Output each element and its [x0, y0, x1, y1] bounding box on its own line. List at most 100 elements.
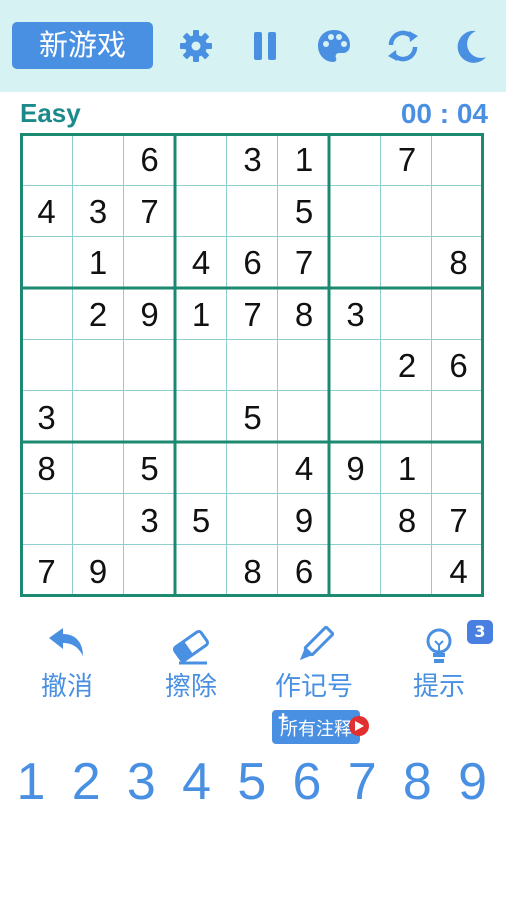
- board-cell[interactable]: [330, 237, 381, 288]
- board-cell[interactable]: 5: [227, 392, 278, 443]
- board-cell[interactable]: 6: [279, 546, 330, 597]
- digit-button-6[interactable]: 6: [280, 752, 334, 812]
- board-cell[interactable]: 3: [21, 392, 72, 443]
- board-cell[interactable]: [21, 134, 72, 185]
- board-cell[interactable]: [227, 186, 278, 237]
- digit-button-7[interactable]: 7: [335, 752, 389, 812]
- board-cell[interactable]: 8: [382, 495, 433, 546]
- board-cell[interactable]: 3: [73, 186, 124, 237]
- all-notes-chip[interactable]: ✚ 所有注释: [272, 710, 360, 744]
- board-cell[interactable]: [330, 186, 381, 237]
- board-cell[interactable]: 4: [176, 237, 227, 288]
- board-cell[interactable]: [382, 186, 433, 237]
- digit-button-2[interactable]: 2: [59, 752, 113, 812]
- board-cell[interactable]: [124, 392, 175, 443]
- board-cell[interactable]: [330, 340, 381, 391]
- board-cell[interactable]: [73, 443, 124, 494]
- board-cell[interactable]: [21, 340, 72, 391]
- board-cell[interactable]: [176, 443, 227, 494]
- board-cell[interactable]: 9: [73, 546, 124, 597]
- board-cell[interactable]: [330, 495, 381, 546]
- board-cell[interactable]: [73, 495, 124, 546]
- board-cell[interactable]: [176, 340, 227, 391]
- board-cell[interactable]: 7: [21, 546, 72, 597]
- board-cell[interactable]: [433, 186, 484, 237]
- board-cell[interactable]: [124, 546, 175, 597]
- board-cell[interactable]: 3: [227, 134, 278, 185]
- digit-button-1[interactable]: 1: [4, 752, 58, 812]
- board-cell[interactable]: [21, 237, 72, 288]
- board-cell[interactable]: 5: [279, 186, 330, 237]
- board-cell[interactable]: 7: [433, 495, 484, 546]
- board-cell[interactable]: [433, 392, 484, 443]
- board-cell[interactable]: [227, 495, 278, 546]
- board-cell[interactable]: [73, 392, 124, 443]
- board-cell[interactable]: [227, 443, 278, 494]
- board-cell[interactable]: 9: [279, 495, 330, 546]
- board-cell[interactable]: [330, 134, 381, 185]
- board-cell[interactable]: 4: [21, 186, 72, 237]
- digit-button-3[interactable]: 3: [114, 752, 168, 812]
- pause-icon[interactable]: [247, 28, 283, 64]
- board-cell[interactable]: [382, 289, 433, 340]
- board-cell[interactable]: 7: [279, 237, 330, 288]
- board-cell[interactable]: 8: [21, 443, 72, 494]
- board-cell[interactable]: [279, 392, 330, 443]
- board-cell[interactable]: 1: [279, 134, 330, 185]
- board-cell[interactable]: 5: [176, 495, 227, 546]
- undo-button[interactable]: 撤消: [17, 626, 117, 702]
- board-cell[interactable]: [330, 546, 381, 597]
- digit-button-8[interactable]: 8: [390, 752, 444, 812]
- board-cell[interactable]: 1: [176, 289, 227, 340]
- board-cell[interactable]: 8: [279, 289, 330, 340]
- board-cell[interactable]: 8: [433, 237, 484, 288]
- board-cell[interactable]: [73, 134, 124, 185]
- board-cell[interactable]: 5: [124, 443, 175, 494]
- board-cell[interactable]: [382, 237, 433, 288]
- board-cell[interactable]: [382, 546, 433, 597]
- board-cell[interactable]: [382, 392, 433, 443]
- notes-button[interactable]: 作记号: [264, 626, 364, 702]
- board-cell[interactable]: [176, 134, 227, 185]
- refresh-icon[interactable]: [385, 28, 421, 64]
- board-cell[interactable]: 7: [382, 134, 433, 185]
- erase-button[interactable]: 擦除: [141, 626, 241, 702]
- board-cell[interactable]: [330, 392, 381, 443]
- gear-icon[interactable]: [178, 28, 214, 64]
- board-cell[interactable]: 2: [382, 340, 433, 391]
- board-cell[interactable]: 7: [124, 186, 175, 237]
- notes-toggle[interactable]: [349, 716, 369, 736]
- board-cell[interactable]: [279, 340, 330, 391]
- board-cell[interactable]: [73, 340, 124, 391]
- board-cell[interactable]: [176, 186, 227, 237]
- board-cell[interactable]: 2: [73, 289, 124, 340]
- board-cell[interactable]: 7: [227, 289, 278, 340]
- board-cell[interactable]: 6: [124, 134, 175, 185]
- digit-button-9[interactable]: 9: [446, 752, 500, 812]
- board-cell[interactable]: 6: [227, 237, 278, 288]
- board-cell[interactable]: [433, 134, 484, 185]
- board-cell[interactable]: [227, 340, 278, 391]
- board-cell[interactable]: [433, 289, 484, 340]
- board-cell[interactable]: 9: [330, 443, 381, 494]
- board-cell[interactable]: [124, 340, 175, 391]
- board-cell[interactable]: [21, 495, 72, 546]
- board-cell[interactable]: 1: [382, 443, 433, 494]
- digit-button-5[interactable]: 5: [225, 752, 279, 812]
- board-cell[interactable]: 6: [433, 340, 484, 391]
- palette-icon[interactable]: [316, 28, 352, 64]
- digit-button-4[interactable]: 4: [170, 752, 224, 812]
- board-cell[interactable]: [124, 237, 175, 288]
- board-cell[interactable]: [176, 392, 227, 443]
- board-cell[interactable]: [176, 546, 227, 597]
- moon-icon[interactable]: [453, 28, 489, 64]
- board-cell[interactable]: 4: [279, 443, 330, 494]
- board-cell[interactable]: 1: [73, 237, 124, 288]
- board-cell[interactable]: 9: [124, 289, 175, 340]
- board-cell[interactable]: 3: [124, 495, 175, 546]
- board-cell[interactable]: 3: [330, 289, 381, 340]
- new-game-button[interactable]: 新游戏: [12, 22, 153, 69]
- board-cell[interactable]: [21, 289, 72, 340]
- board-cell[interactable]: [433, 443, 484, 494]
- board-cell[interactable]: 8: [227, 546, 278, 597]
